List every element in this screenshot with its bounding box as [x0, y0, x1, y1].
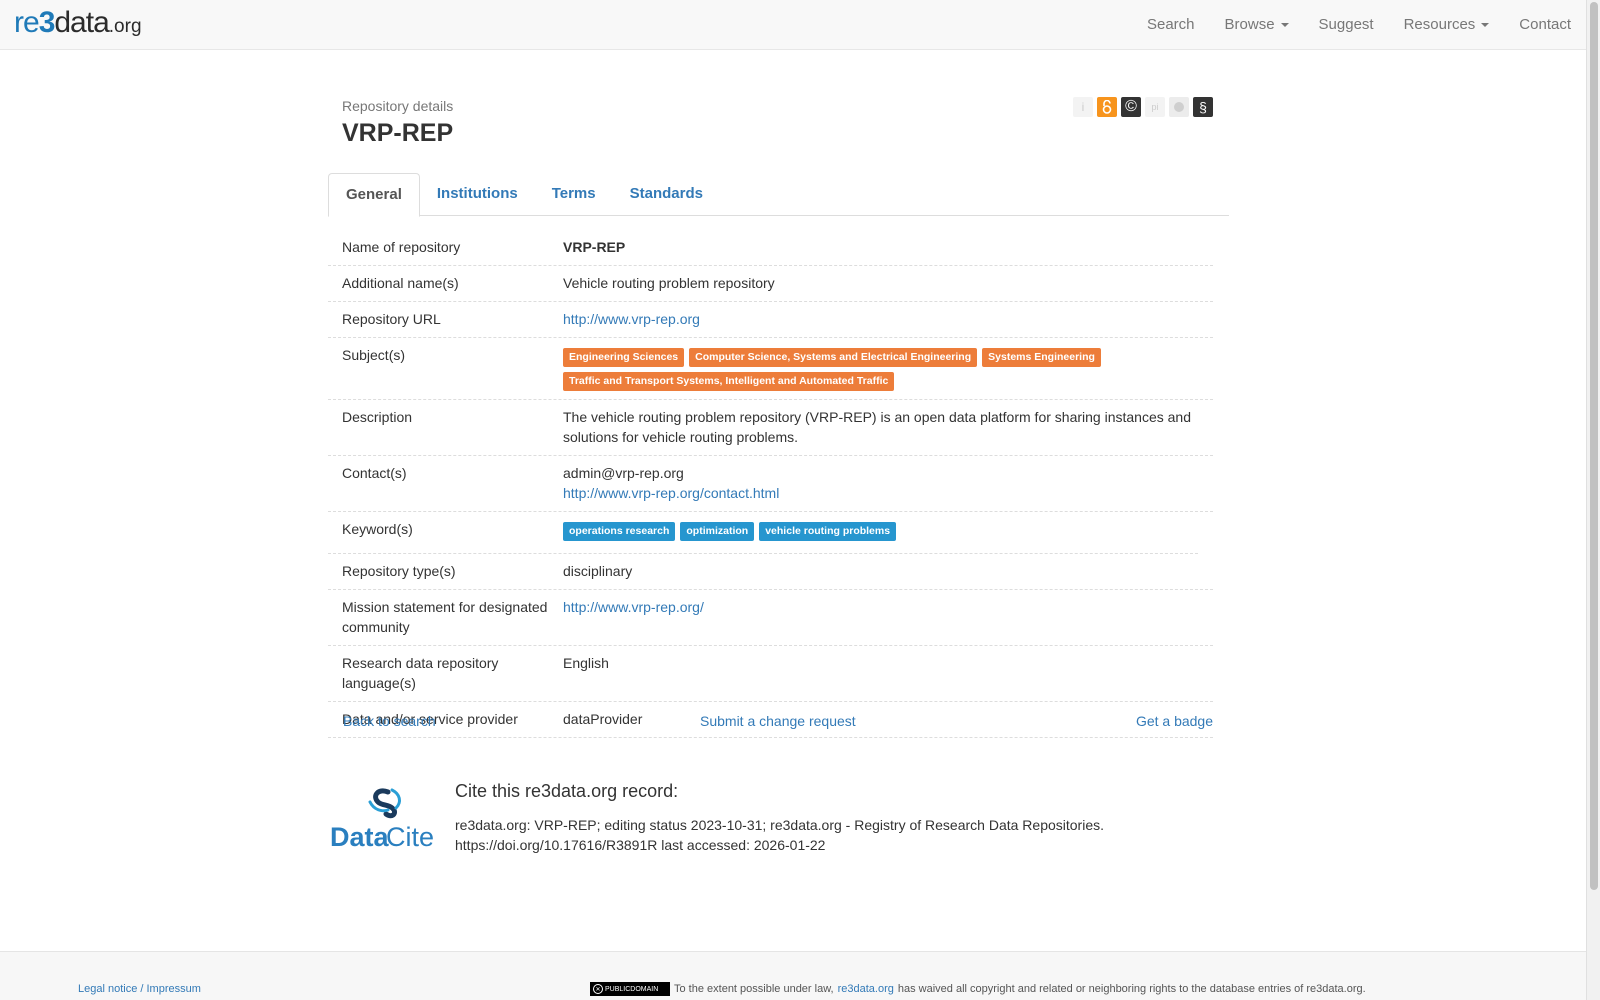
- contact-link[interactable]: http://www.vrp-rep.org/contact.html: [563, 485, 779, 501]
- tab-standards[interactable]: Standards: [613, 173, 720, 216]
- keyword-tag-list: operations research optimization vehicle…: [563, 519, 1184, 545]
- cc-circle-icon: ✕: [593, 984, 603, 994]
- caret-down-icon: [1280, 23, 1289, 28]
- scrollbar-thumb[interactable]: [1590, 2, 1598, 890]
- subject-tag[interactable]: Traffic and Transport Systems, Intellige…: [563, 372, 895, 391]
- detail-row-url: Repository URL http://www.vrp-rep.org: [328, 302, 1213, 338]
- detail-tabs: General Institutions Terms Standards: [328, 173, 1229, 217]
- open-lock-glyph: [1102, 100, 1112, 114]
- detail-row-keywords: Keyword(s) operations research optimizat…: [328, 512, 1198, 554]
- page-footer: Legal notice / Impressum ✕ PUBLICDOMAIN T…: [0, 951, 1586, 1000]
- datacite-logo[interactable]: Data Cite: [330, 784, 434, 854]
- detail-label: Additional name(s): [342, 275, 459, 291]
- license-notice: ✕ PUBLICDOMAIN To the extent possible und…: [590, 982, 1366, 996]
- subject-tag-list: Engineering Sciences Computer Science, S…: [563, 345, 1199, 391]
- license-text-post: has waived all copyright and related or …: [897, 983, 1366, 995]
- get-badge-link[interactable]: Get a badge: [1136, 713, 1213, 729]
- nav-search[interactable]: Search: [1132, 0, 1210, 50]
- info-icon[interactable]: i: [1073, 97, 1093, 117]
- datacite-logo-text-cite: Cite: [386, 822, 434, 852]
- subject-tag[interactable]: Computer Science, Systems and Electrical…: [689, 348, 978, 367]
- caret-down-icon: [1481, 23, 1490, 28]
- nav-resources-dropdown[interactable]: Resources: [1389, 0, 1505, 50]
- contact-email: admin@vrp-rep.org: [563, 465, 684, 481]
- detail-label: Contact(s): [342, 465, 407, 481]
- tab-institutions[interactable]: Institutions: [420, 173, 535, 216]
- top-navbar: re 3 data .org Search Browse Suggest Resour…: [0, 0, 1586, 50]
- detail-label: Subject(s): [342, 347, 406, 363]
- certificate-icon[interactable]: [1169, 97, 1189, 117]
- policy-glyph: §: [1199, 99, 1207, 115]
- back-to-search-link[interactable]: Back to search: [343, 713, 436, 729]
- detail-row-name: Name of repository VRP-REP: [328, 230, 1213, 266]
- detail-value: disciplinary: [563, 563, 633, 579]
- detail-label: Repository type(s): [342, 563, 456, 579]
- keyword-tag[interactable]: vehicle routing problems: [759, 522, 897, 541]
- tab-general[interactable]: General: [328, 173, 420, 217]
- detail-row-repository-type: Repository type(s) disciplinary: [328, 554, 1213, 590]
- detail-label: Description: [342, 409, 413, 425]
- action-links: Back to search Submit a change request G…: [343, 713, 1213, 733]
- cite-title: Cite this re3data.org record:: [455, 781, 679, 801]
- detail-label: Research data repository language(s): [342, 655, 499, 691]
- subject-tag[interactable]: Engineering Sciences: [563, 348, 685, 367]
- nav-resources-label: Resources: [1403, 16, 1476, 33]
- detail-row-subjects: Subject(s) Engineering Sciences Computer…: [328, 338, 1213, 400]
- detail-value: Vehicle routing problem repository: [563, 275, 775, 291]
- nav-suggest[interactable]: Suggest: [1304, 0, 1389, 50]
- detail-row-additional-names: Additional name(s) Vehicle routing probl…: [328, 266, 1213, 302]
- detail-label: Mission statement for designated communi…: [342, 599, 548, 635]
- detail-value: English: [563, 655, 609, 671]
- detail-row-mission: Mission statement for designated communi…: [328, 590, 1213, 646]
- copyright-glyph: ©: [1125, 98, 1137, 115]
- repository-badges: i © pi §: [1073, 97, 1213, 117]
- repository-details-table: Name of repository VRP-REP Additional na…: [328, 230, 1213, 738]
- certificate-dot: [1174, 102, 1184, 112]
- nav-browse-label: Browse: [1224, 16, 1275, 33]
- re3data-logo[interactable]: re 3 data .org: [14, 6, 142, 44]
- policy-icon[interactable]: §: [1193, 97, 1213, 117]
- open-access-icon[interactable]: [1097, 97, 1117, 117]
- logo-text-org: .org: [108, 16, 142, 37]
- detail-label: Keyword(s): [342, 521, 413, 537]
- nav-contact[interactable]: Contact: [1504, 0, 1586, 50]
- copyright-icon[interactable]: ©: [1121, 97, 1141, 117]
- pid-glyph: pi: [1151, 102, 1159, 112]
- detail-row-description: Description The vehicle routing problem …: [328, 400, 1213, 456]
- pid-icon[interactable]: pi: [1145, 97, 1165, 117]
- subject-tag[interactable]: Systems Engineering: [982, 348, 1101, 367]
- datacite-logo-text-data: Data: [330, 822, 390, 852]
- license-text-pre: To the extent possible under law,: [674, 983, 834, 995]
- detail-label: Name of repository: [342, 239, 461, 255]
- page-subtitle: Repository details: [342, 98, 454, 114]
- keyword-tag[interactable]: optimization: [680, 522, 755, 541]
- detail-value: VRP-REP: [563, 239, 626, 255]
- logo-text-3: 3: [38, 6, 56, 39]
- tab-terms[interactable]: Terms: [535, 173, 613, 216]
- detail-row-contacts: Contact(s) admin@vrp-rep.org http://www.…: [328, 456, 1213, 512]
- info-glyph: i: [1081, 100, 1085, 114]
- vertical-scrollbar[interactable]: [1586, 0, 1600, 1000]
- logo-text-re: re: [14, 6, 40, 39]
- detail-label: Repository URL: [342, 311, 441, 327]
- keyword-tag[interactable]: operations research: [563, 522, 676, 541]
- mission-link[interactable]: http://www.vrp-rep.org/: [563, 599, 704, 615]
- license-re3data-link[interactable]: re3data.org: [838, 983, 894, 995]
- detail-row-language: Research data repository language(s) Eng…: [328, 646, 1213, 702]
- cite-text: re3data.org: VRP-REP; editing status 202…: [455, 817, 1104, 853]
- submit-change-request-link[interactable]: Submit a change request: [700, 713, 856, 729]
- detail-value: The vehicle routing problem repository (…: [563, 409, 1191, 445]
- main-nav: Search Browse Suggest Resources Contact: [1132, 0, 1586, 50]
- nav-browse-dropdown[interactable]: Browse: [1210, 0, 1304, 50]
- repository-url-link[interactable]: http://www.vrp-rep.org: [563, 311, 700, 327]
- cc-badge-label: PUBLICDOMAIN: [605, 985, 659, 993]
- cc-public-domain-icon[interactable]: ✕ PUBLICDOMAIN: [590, 982, 670, 996]
- legal-notice-link[interactable]: Legal notice / Impressum: [78, 983, 201, 995]
- page-title: VRP-REP: [342, 119, 454, 147]
- datacite-logo-svg: Data Cite: [330, 788, 434, 852]
- logo-text-data: data: [54, 6, 109, 39]
